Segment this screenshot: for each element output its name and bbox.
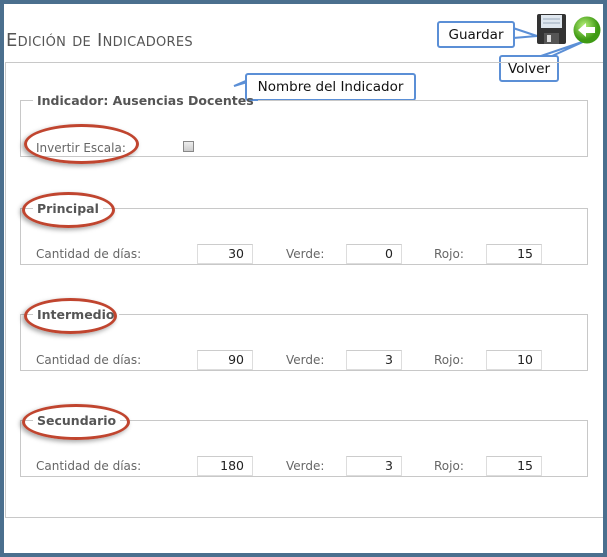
highlight-ellipse: [22, 192, 115, 228]
green-input[interactable]: 3: [346, 350, 402, 370]
red-input[interactable]: 10: [486, 350, 542, 370]
red-input[interactable]: 15: [486, 456, 542, 476]
red-label: Rojo:: [434, 247, 464, 261]
red-label: Rojo:: [434, 353, 464, 367]
indicator-edit-window: Edición de Indicadores Guardar Volver No…: [4, 4, 603, 553]
highlight-ellipse: [22, 404, 130, 440]
floppy-disk-icon: [537, 14, 566, 44]
days-input[interactable]: 30: [197, 244, 253, 264]
highlight-ellipse: [24, 298, 117, 334]
days-input[interactable]: 180: [197, 456, 253, 476]
save-button[interactable]: [537, 14, 566, 44]
red-input[interactable]: 15: [486, 244, 542, 264]
green-input[interactable]: 0: [346, 244, 402, 264]
back-button[interactable]: [573, 16, 601, 44]
days-label: Cantidad de días:: [36, 247, 142, 261]
red-label: Rojo:: [434, 459, 464, 473]
indicator-legend: Indicador: Ausencias Docentes: [37, 93, 254, 108]
green-label: Verde:: [286, 247, 325, 261]
days-label: Cantidad de días:: [36, 353, 142, 367]
save-callout: Guardar: [437, 21, 515, 48]
green-label: Verde:: [286, 459, 325, 473]
days-input[interactable]: 90: [197, 350, 253, 370]
invert-scale-checkbox[interactable]: [183, 141, 194, 152]
green-input[interactable]: 3: [346, 456, 402, 476]
highlight-ellipse: [24, 124, 139, 164]
days-label: Cantidad de días:: [36, 459, 142, 473]
back-arrow-icon: [573, 16, 601, 44]
page-title: Edición de Indicadores: [6, 30, 193, 51]
green-label: Verde:: [286, 353, 325, 367]
